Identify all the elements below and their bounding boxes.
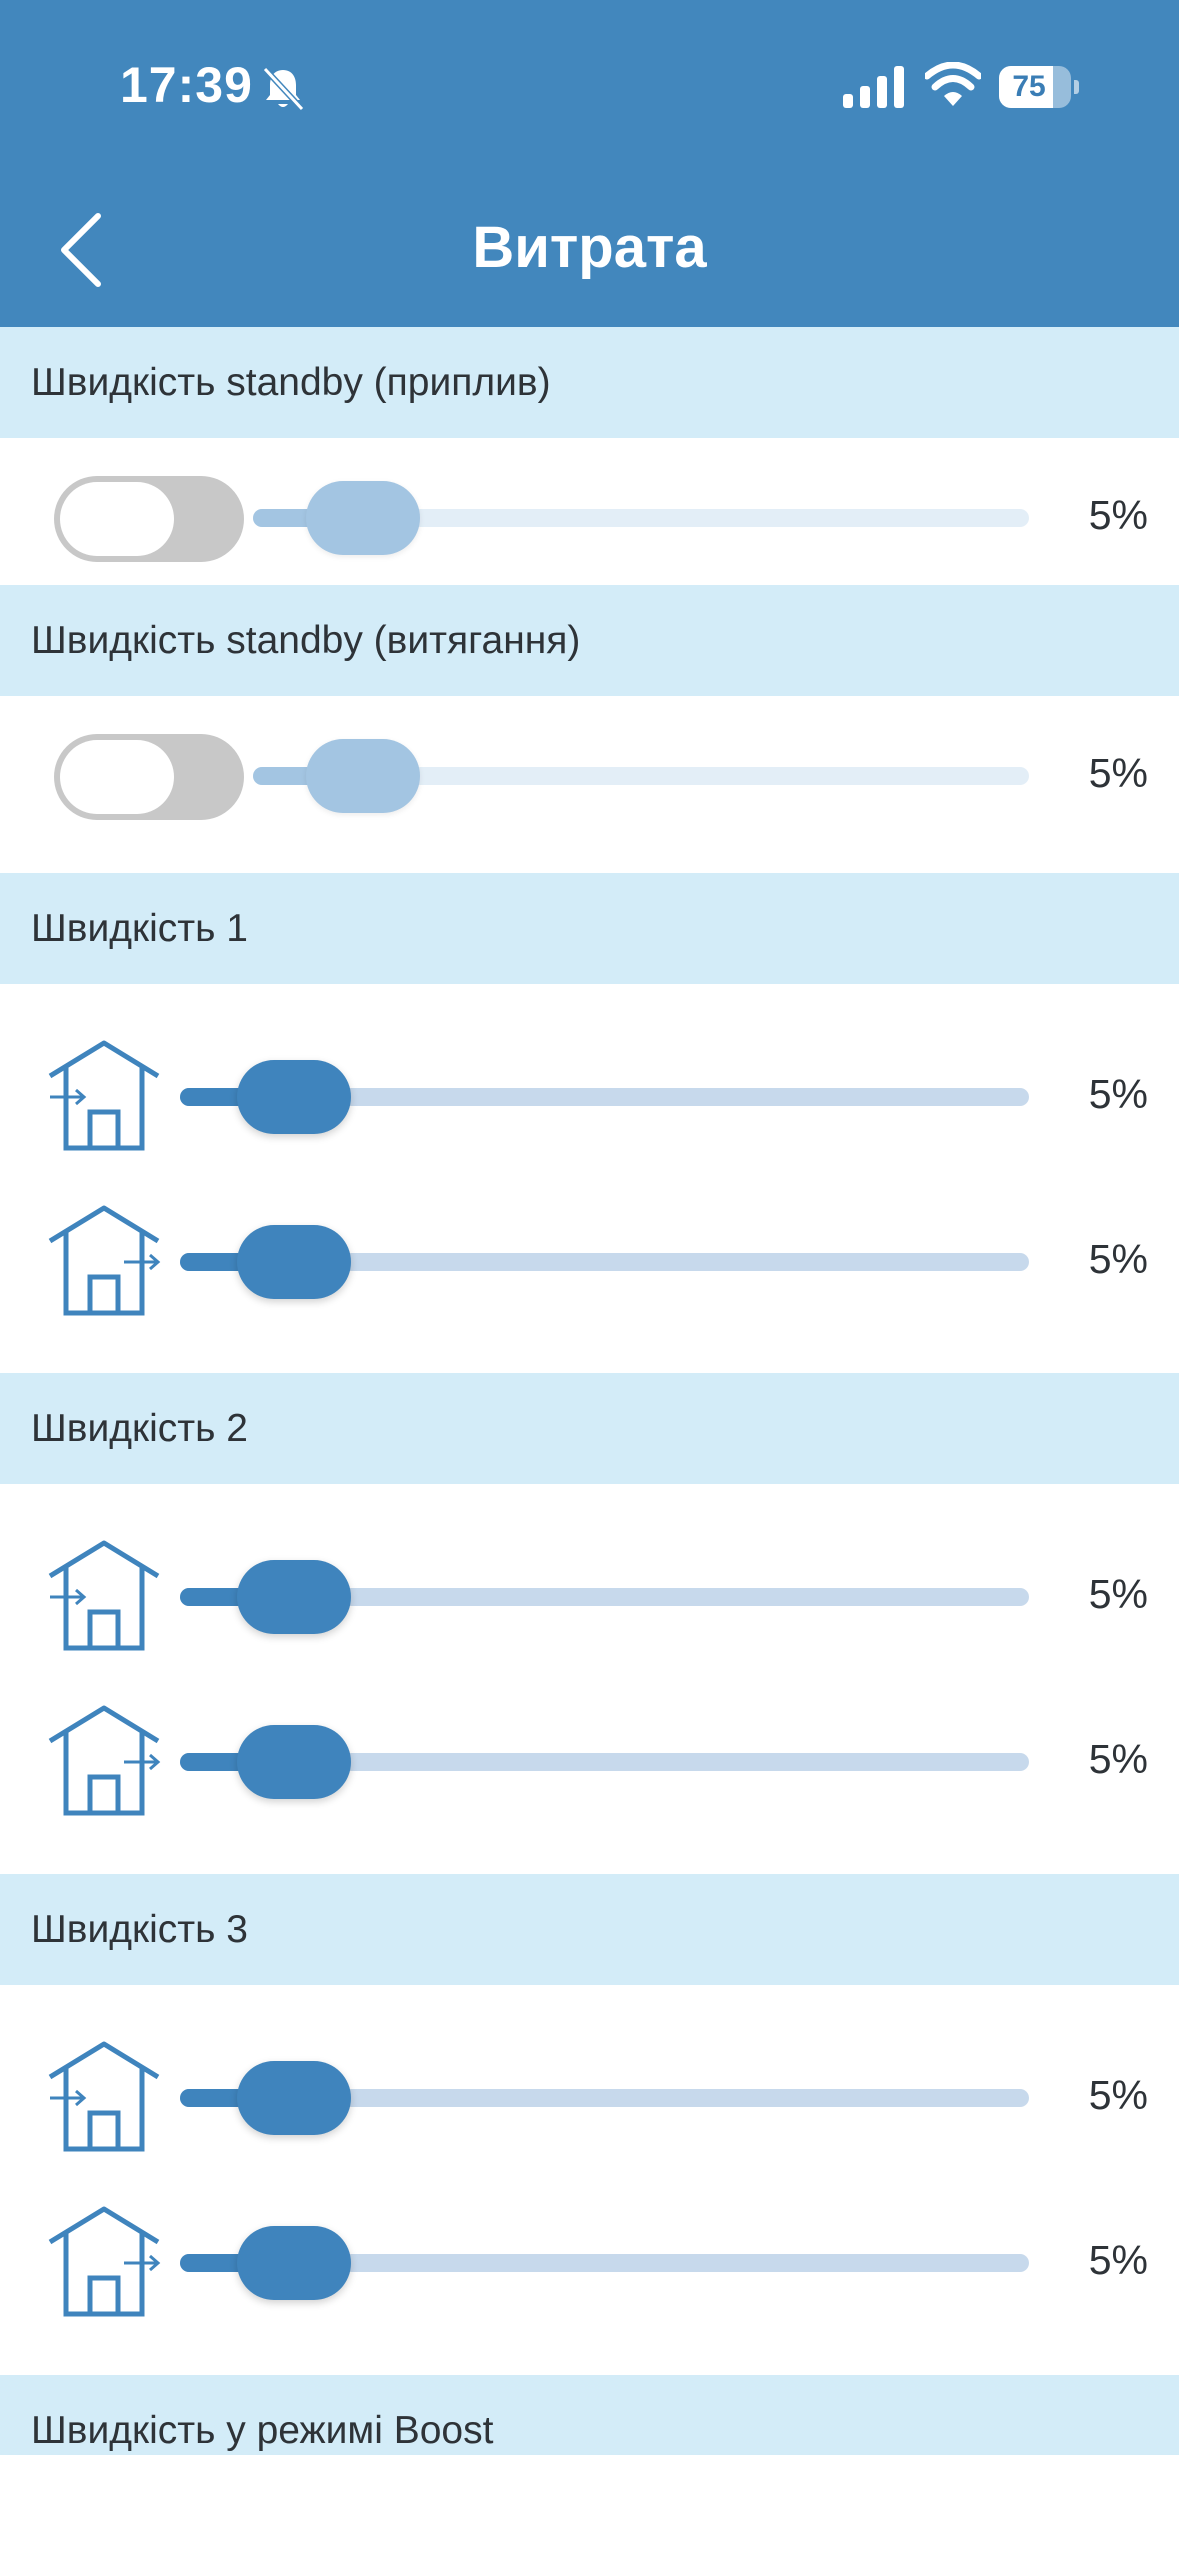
speed-2-exhaust-value: 5% xyxy=(1088,1736,1148,1782)
speed-3-supply-slider[interactable] xyxy=(180,2061,1029,2135)
speed-3-exhaust-value: 5% xyxy=(1088,2237,1148,2283)
bell-slash-icon xyxy=(262,66,305,112)
section-speed-3-header: Швидкість 3 xyxy=(0,1874,1179,1985)
section-boost-header: Швидкість у режимі Boost xyxy=(0,2375,1179,2455)
speed-1-exhaust-value: 5% xyxy=(1088,1236,1148,1282)
signal-icon xyxy=(843,66,904,108)
house-supply-icon xyxy=(48,1040,160,1151)
section-speed-1-header: Швидкість 1 xyxy=(0,873,1179,984)
speed-2-exhaust-slider[interactable] xyxy=(180,1725,1029,1799)
slider-thumb[interactable] xyxy=(236,1725,351,1799)
page-title: Витрата xyxy=(472,215,707,280)
section-standby-exhaust-header: Швидкість standby (витягання) xyxy=(0,585,1179,696)
standby-exhaust-value: 5% xyxy=(1088,750,1148,796)
toggle-knob xyxy=(60,482,174,556)
speed-1-supply-slider[interactable] xyxy=(180,1060,1029,1134)
battery-level: 75 xyxy=(1012,70,1046,103)
slider-thumb[interactable] xyxy=(236,2061,351,2135)
battery-icon: 75 xyxy=(999,66,1079,108)
section-label: Швидкість у режимі Boost xyxy=(31,2409,494,2452)
speed-3-exhaust-slider[interactable] xyxy=(180,2226,1029,2300)
section-speed-2-header: Швидкість 2 xyxy=(0,1373,1179,1484)
section-label: Швидкість 3 xyxy=(31,1908,248,1951)
section-label: Швидкість standby (приплив) xyxy=(31,361,551,404)
standby-supply-value: 5% xyxy=(1088,492,1148,538)
house-supply-icon xyxy=(48,1540,160,1651)
house-exhaust-icon xyxy=(48,1705,161,1816)
house-exhaust-icon xyxy=(48,2206,161,2317)
section-label: Швидкість 2 xyxy=(31,1407,248,1450)
standby-exhaust-slider[interactable] xyxy=(253,739,1029,813)
section-label: Швидкість standby (витягання) xyxy=(31,619,581,662)
toggle-knob xyxy=(60,740,174,814)
speed-3-supply-value: 5% xyxy=(1088,2072,1148,2118)
standby-supply-toggle[interactable] xyxy=(54,476,244,562)
standby-supply-slider[interactable] xyxy=(253,481,1029,555)
speed-2-supply-slider[interactable] xyxy=(180,1560,1029,1634)
speed-1-exhaust-slider[interactable] xyxy=(180,1225,1029,1299)
house-supply-icon xyxy=(48,2041,160,2152)
status-time: 17:39 xyxy=(120,57,253,113)
house-exhaust-icon xyxy=(48,1205,161,1316)
app-header: 17:39 75 Витрата xyxy=(0,0,1179,327)
slider-thumb[interactable] xyxy=(305,739,420,813)
section-standby-supply-header: Швидкість standby (приплив) xyxy=(0,327,1179,438)
slider-thumb[interactable] xyxy=(236,1560,351,1634)
slider-thumb[interactable] xyxy=(236,2226,351,2300)
slider-thumb[interactable] xyxy=(236,1225,351,1299)
speed-1-supply-value: 5% xyxy=(1088,1071,1148,1117)
section-label: Швидкість 1 xyxy=(31,907,248,950)
standby-exhaust-toggle[interactable] xyxy=(54,734,244,820)
speed-2-supply-value: 5% xyxy=(1088,1571,1148,1617)
slider-thumb[interactable] xyxy=(236,1060,351,1134)
slider-thumb[interactable] xyxy=(305,481,420,555)
wifi-icon xyxy=(925,62,981,106)
